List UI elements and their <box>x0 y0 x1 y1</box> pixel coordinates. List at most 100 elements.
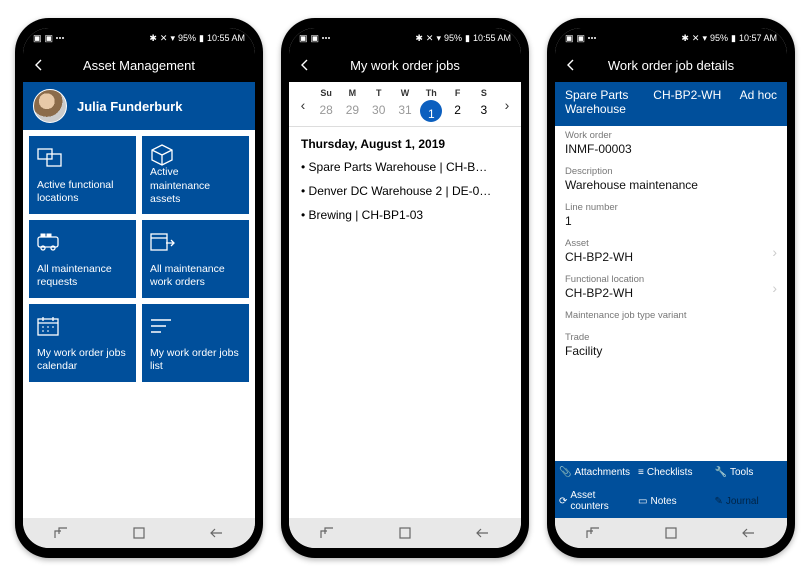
field-row: DescriptionWarehouse maintenance <box>565 162 777 198</box>
phone-3: ▣▣ ✱✕▾95%▮10:57 AM Work order job detail… <box>547 18 795 558</box>
cal-dayname: F <box>444 88 470 100</box>
cal-day[interactable]: 29 <box>339 100 365 120</box>
tile-my-work-order-jobs-list[interactable]: My work order jobs list <box>142 304 249 382</box>
location-icon <box>37 144 128 172</box>
recents-button[interactable] <box>50 525 74 541</box>
cal-day[interactable]: 30 <box>366 100 392 120</box>
android-nav <box>555 518 787 548</box>
tile-all-maintenance-work-orders[interactable]: All maintenance work orders <box>142 220 249 298</box>
field-value: INMF-00003 <box>565 141 777 156</box>
page-title: Asset Management <box>51 58 227 73</box>
sub-type-label: Ad hoc <box>740 88 777 116</box>
cal-day[interactable]: 28 <box>313 100 339 120</box>
job-item[interactable]: Brewing | CH-BP1-03 <box>301 203 509 227</box>
sub-location-label: CH-BP2-WH <box>653 88 721 116</box>
home-button[interactable] <box>659 525 683 541</box>
back-icon[interactable] <box>297 57 313 73</box>
field-label: Description <box>565 166 777 177</box>
field-value: CH-BP2-WH <box>565 249 777 264</box>
field-row[interactable]: AssetCH-BP2-WH <box>565 234 777 270</box>
calendar-icon <box>37 312 128 340</box>
cal-dayname: Th <box>418 88 444 100</box>
field-label: Work order <box>565 130 777 141</box>
action-checklists[interactable]: ≡Checklists <box>634 461 710 484</box>
action-tools[interactable]: 🔧Tools <box>711 461 787 484</box>
app-bar: My work order jobs <box>289 48 521 82</box>
job-item[interactable]: Spare Parts Warehouse | CH-B… <box>301 155 509 179</box>
user-header[interactable]: Julia Funderburk <box>23 82 255 130</box>
field-value <box>565 321 777 322</box>
avatar <box>33 89 67 123</box>
field-row: Work orderINMF-00003 <box>565 126 777 162</box>
back-icon[interactable] <box>563 57 579 73</box>
job-item[interactable]: Denver DC Warehouse 2 | DE-0… <box>301 179 509 203</box>
action-attachments[interactable]: 📎Attachments <box>555 461 634 484</box>
action-asset-counters[interactable]: ⟳Asset counters <box>555 484 634 518</box>
page-title: Work order job details <box>583 58 759 73</box>
back-button[interactable] <box>736 525 760 541</box>
back-button[interactable] <box>470 525 494 541</box>
field-row[interactable]: Functional locationCH-BP2-WH <box>565 270 777 306</box>
field-value: 1 <box>565 213 777 228</box>
app-bar: Work order job details <box>555 48 787 82</box>
action-icon: ≡ <box>638 467 644 478</box>
sub-asset-label: Spare Parts Warehouse <box>565 88 635 116</box>
app-bar: Asset Management <box>23 48 255 82</box>
action-icon: 📎 <box>559 467 571 478</box>
workorders-icon <box>150 228 241 256</box>
list-icon <box>150 312 241 340</box>
back-button[interactable] <box>204 525 228 541</box>
field-row: Line number1 <box>565 198 777 234</box>
field-row: TradeFacility <box>565 328 777 364</box>
recents-button[interactable] <box>582 525 606 541</box>
prev-week-icon[interactable]: ‹ <box>293 97 313 113</box>
box-icon <box>150 144 241 166</box>
date-heading: Thursday, August 1, 2019 <box>289 129 521 155</box>
action-icon: ▭ <box>638 496 647 507</box>
phone-1: ▣▣ ✱✕▾95%▮10:55 AM Asset Management Juli… <box>15 18 263 558</box>
next-week-icon[interactable]: › <box>497 97 517 113</box>
tile-my-work-order-jobs-calendar[interactable]: My work order jobs calendar <box>29 304 136 382</box>
user-name: Julia Funderburk <box>77 99 182 114</box>
status-bar: ▣▣ ✱✕▾95%▮10:57 AM <box>555 28 787 48</box>
sub-header: Spare Parts Warehouse CH-BP2-WH Ad hoc <box>555 82 787 126</box>
job-list: Spare Parts Warehouse | CH-B…Denver DC W… <box>289 155 521 227</box>
tile-active-maintenance-assets[interactable]: Active maintenance assets <box>142 136 249 214</box>
action-journal[interactable]: ✎Journal <box>711 484 787 518</box>
back-icon[interactable] <box>31 57 47 73</box>
field-label: Line number <box>565 202 777 213</box>
tile-active-functional-locations[interactable]: Active functional locations <box>29 136 136 214</box>
field-value: Warehouse maintenance <box>565 177 777 192</box>
recents-button[interactable] <box>316 525 340 541</box>
field-value: Facility <box>565 343 777 358</box>
cal-dayname: S <box>471 88 497 100</box>
calendar-week: ‹ SuMTWThFS 28293031123 › <box>289 82 521 124</box>
cal-day[interactable]: 1 <box>420 100 442 122</box>
android-nav <box>289 518 521 548</box>
home-button[interactable] <box>127 525 151 541</box>
status-bar: ▣▣ ✱✕▾95%▮10:55 AM <box>23 28 255 48</box>
cal-day[interactable]: 2 <box>444 100 470 120</box>
field-label: Maintenance job type variant <box>565 310 777 321</box>
action-icon: ⟳ <box>559 496 567 507</box>
field-value: CH-BP2-WH <box>565 285 777 300</box>
tile-grid: Active functional locations Active maint… <box>23 130 255 518</box>
cal-dayname: T <box>366 88 392 100</box>
field-label: Functional location <box>565 274 777 285</box>
field-label: Asset <box>565 238 777 249</box>
cal-dayname: M <box>339 88 365 100</box>
tile-all-maintenance-requests[interactable]: All maintenance requests <box>29 220 136 298</box>
field-list: Work orderINMF-00003DescriptionWarehouse… <box>555 126 787 461</box>
status-bar: ▣▣ ✱✕▾95%▮10:55 AM <box>289 28 521 48</box>
cal-dayname: W <box>392 88 418 100</box>
cal-day[interactable]: 31 <box>392 100 418 120</box>
requests-icon <box>37 228 128 256</box>
cal-dayname: Su <box>313 88 339 100</box>
action-bar: 📎Attachments≡Checklists🔧Tools ⟳Asset coun… <box>555 461 787 518</box>
field-row: Maintenance job type variant <box>565 306 777 328</box>
action-icon: ✎ <box>715 496 723 507</box>
page-title: My work order jobs <box>317 58 493 73</box>
cal-day[interactable]: 3 <box>471 100 497 120</box>
home-button[interactable] <box>393 525 417 541</box>
action-notes[interactable]: ▭Notes <box>634 484 710 518</box>
